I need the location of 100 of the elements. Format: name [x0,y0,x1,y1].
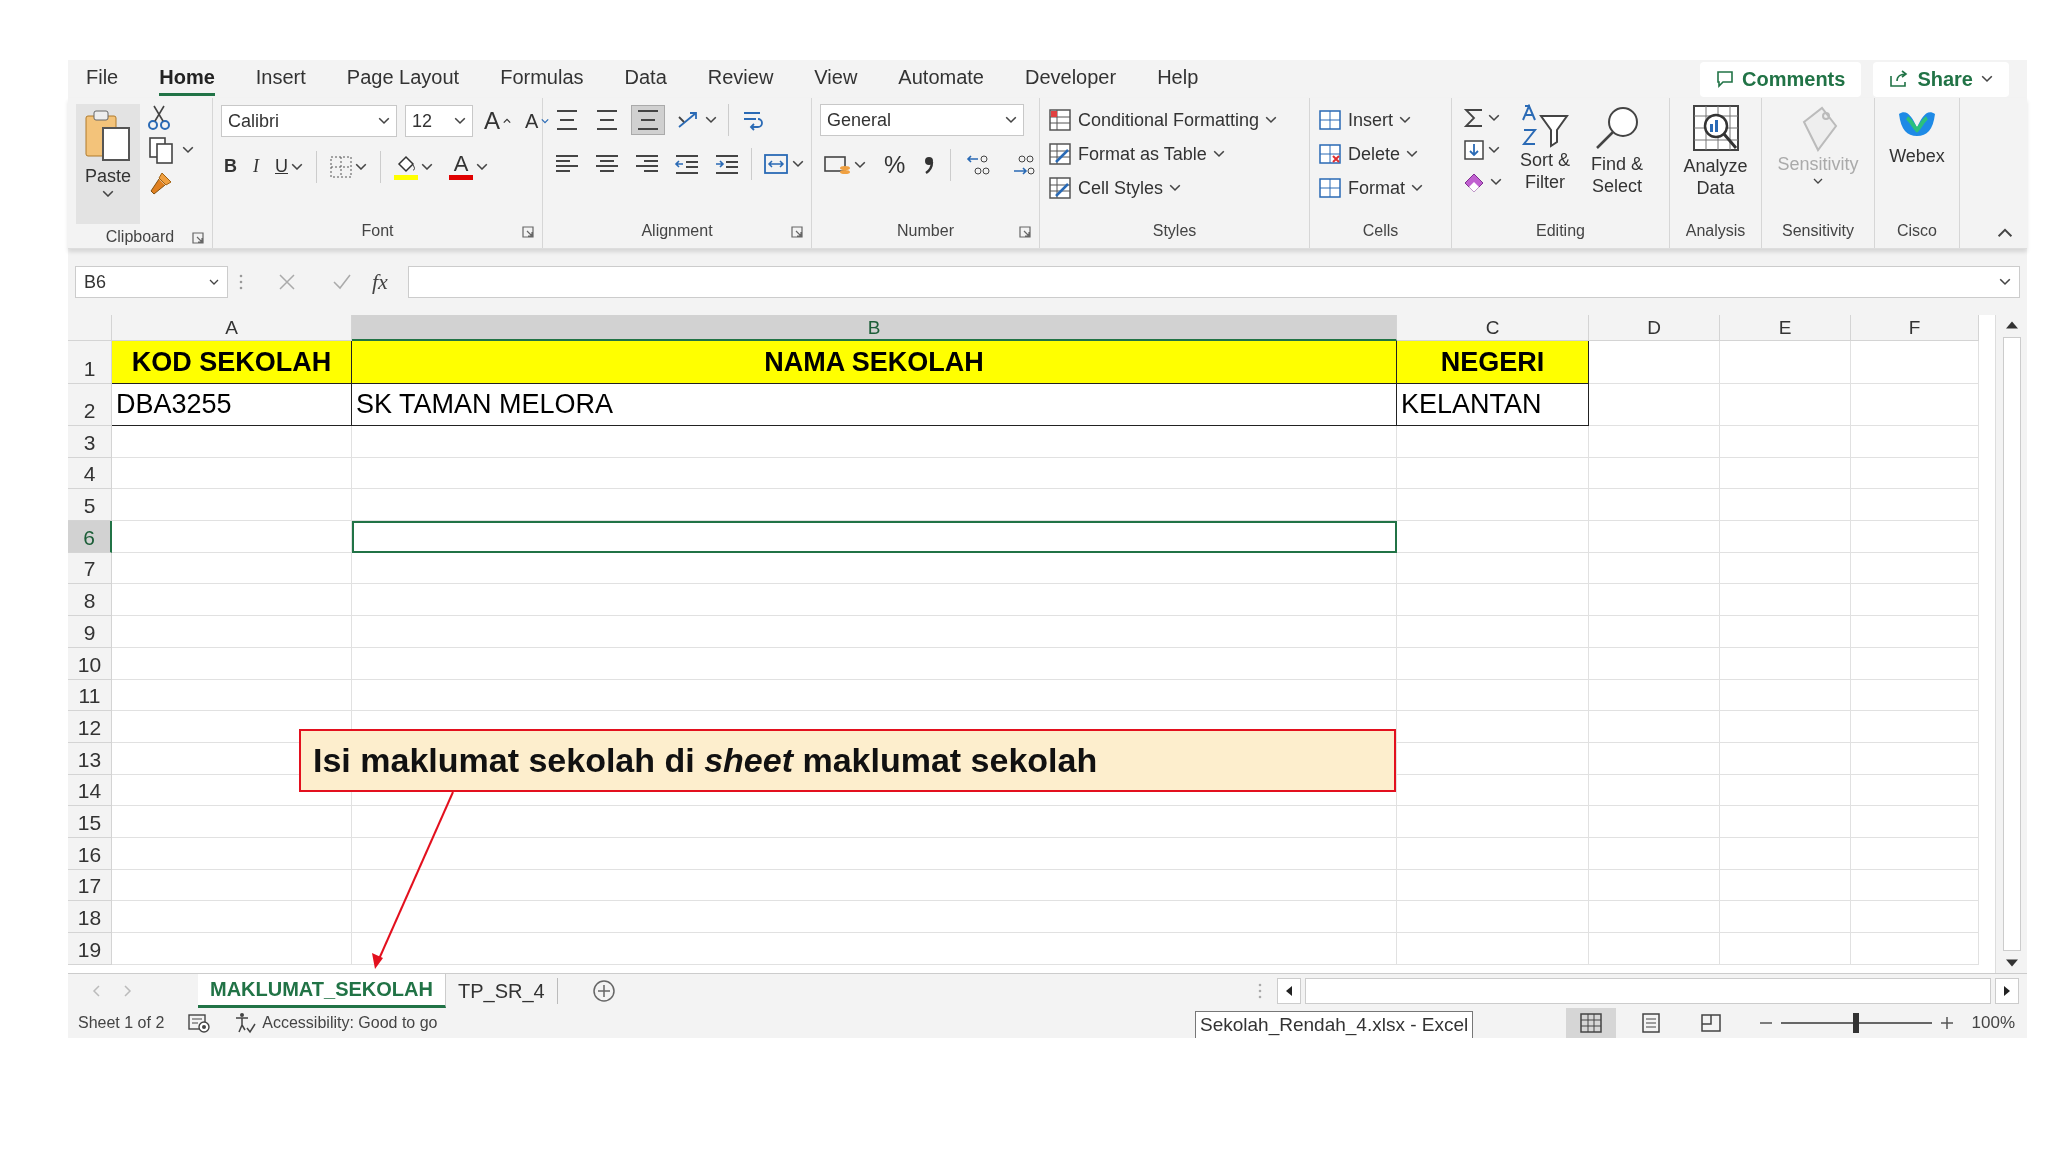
column-header[interactable]: B [352,315,1397,341]
row-header[interactable]: 2 [68,384,112,426]
tooltip: Sekolah_Rendah_4.xlsx - Excel [1195,1011,1474,1038]
sort-filter-button[interactable]: Sort & Filter [1513,104,1577,194]
cells-menu-button[interactable]: Insert [1318,104,1423,136]
scrollbar-thumb[interactable] [2002,337,2021,951]
row-header[interactable]: 15 [68,806,112,838]
caret-icon [1488,114,1500,122]
share-icon [1889,70,1910,88]
caret-icon [1999,278,2011,286]
row-header[interactable]: 9 [68,616,112,648]
sheet-tab[interactable]: MAKLUMAT_SEKOLAH [198,974,446,1008]
bold-button[interactable]: B [221,153,240,180]
row-header[interactable]: 17 [68,869,112,902]
paste-button[interactable]: Paste [76,104,140,224]
caret-icon [1490,178,1502,186]
column-header[interactable]: D [1589,315,1720,341]
accessibility-status[interactable]: Accessibility: Good to go [262,1014,438,1032]
insert-function-button[interactable]: fx [362,269,398,295]
italic-button[interactable]: I [250,153,262,180]
comments-button[interactable]: Comments [1700,61,1862,97]
caret-icon [1411,184,1423,192]
styles-menu-button[interactable]: Conditional Formatting [1048,104,1278,136]
cells-menu-button[interactable]: Delete [1318,138,1423,170]
row-header[interactable]: 3 [68,426,112,458]
group-label: Cisco [1897,222,1937,239]
underline-button[interactable]: U [272,153,306,180]
scroll-left-icon[interactable] [1277,978,1301,1004]
share-button[interactable]: Share [1873,61,2009,97]
menu-tab[interactable]: Insert [255,62,306,96]
table-cell: KOD SEKOLAH [112,341,352,384]
row-header[interactable]: 11 [68,679,112,712]
menu-tab[interactable]: Data [624,62,667,96]
scissors-icon [148,104,170,130]
group-label: Editing [1536,222,1585,239]
column-header[interactable]: A [112,315,352,341]
styles-menu-button[interactable]: Cell Styles [1048,172,1278,204]
webex-button[interactable]: Webex [1883,104,1951,168]
font-name-dropdown[interactable]: Calibri [221,105,397,137]
row-header[interactable]: 14 [68,774,112,807]
paint-bucket-icon [394,153,418,180]
analyze-data-button[interactable]: Analyze Data [1678,104,1753,200]
group-label: Font [361,222,394,239]
collapse-ribbon-icon[interactable] [1997,228,2013,238]
number-format-dropdown[interactable]: General [820,104,1024,136]
row-header[interactable]: 18 [68,901,112,933]
percent-button[interactable]: % [881,148,909,182]
normal-view-button[interactable] [1565,1008,1616,1038]
find-select-button[interactable]: Find & Select [1585,104,1649,198]
row-header[interactable]: 6 [68,521,112,553]
horizontal-scrollbar[interactable] [1305,978,1991,1004]
scroll-up-icon[interactable] [2005,321,2018,329]
cells-menu-button[interactable]: Format [1318,172,1423,204]
caret-icon [1212,150,1225,158]
menu-tab[interactable]: Review [707,62,774,96]
row-header[interactable]: 12 [68,711,112,743]
zoom-level: 100% [1971,1013,2015,1033]
shrink-font-button[interactable]: A [522,106,553,136]
row-header[interactable]: 13 [68,742,112,775]
add-sheet-icon[interactable] [591,979,616,1003]
menu-tab[interactable]: Page Layout [346,62,460,96]
row-header[interactable]: 10 [68,647,112,680]
bottom-align-icon [635,109,661,131]
caret-icon [209,279,219,285]
row-header[interactable]: 19 [68,933,112,965]
zoom-in-icon[interactable] [1939,1016,1954,1030]
column-header[interactable]: C [1397,315,1589,341]
grip-icon [1257,982,1263,1000]
row-header[interactable]: 8 [68,584,112,617]
column-header[interactable]: E [1720,315,1851,341]
grow-font-button[interactable]: A [481,104,514,138]
styles-menu-button[interactable]: Format as Table [1048,138,1278,170]
table-format-icon [1048,142,1072,166]
name-box[interactable]: B6 [75,266,228,298]
sheet-tab[interactable]: TP_SR_4 [445,978,558,1004]
row-header[interactable]: 1 [68,341,112,384]
font-size-dropdown[interactable]: 12 [405,105,473,137]
row-header[interactable]: 4 [68,457,112,490]
menu-tab[interactable]: Formulas [500,62,584,96]
page-break-icon [1699,1013,1722,1033]
scroll-down-icon[interactable] [2005,959,2018,967]
launcher-icon [522,226,534,238]
menu-tab[interactable]: View [814,62,858,96]
menu-tab[interactable]: File [86,62,119,96]
bottom-align-button[interactable] [631,105,665,135]
font-color-button[interactable]: A [446,150,491,183]
column-header[interactable]: F [1851,315,1979,341]
menu-tab[interactable]: Developer [1024,62,1117,96]
selected-cell[interactable] [352,521,1397,553]
cell-styles-icon [1048,176,1072,200]
formula-input[interactable] [407,266,2020,298]
middle-align-icon [594,109,620,131]
menu-tab[interactable]: Help [1157,62,1199,96]
row-header[interactable]: 5 [68,489,112,522]
row-header[interactable]: 7 [68,552,112,585]
menu-tab[interactable]: Automate [898,62,984,96]
zoom-slider[interactable] [1780,1013,1932,1033]
scroll-right-icon[interactable] [1995,978,2019,1004]
row-header[interactable]: 16 [68,837,112,870]
sheet-info: Sheet 1 of 2 [78,1014,165,1032]
